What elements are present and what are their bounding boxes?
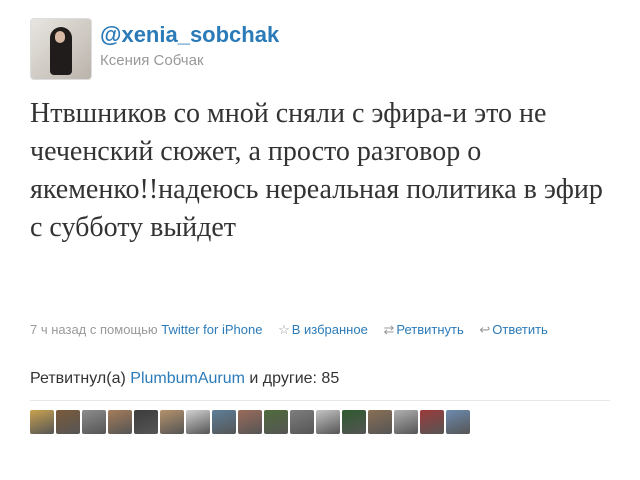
user-handle[interactable]: @xenia_sobchak (100, 22, 279, 48)
tweet-text: Нтвшников со мной сняли с эфира-и это не… (30, 98, 603, 243)
retweeter-avatar[interactable] (446, 410, 470, 434)
tweet-meta: 7 ч назад с помощью Twitter for iPhone ☆… (30, 322, 630, 338)
retweeted-by: Ретвитнул(а) PlumbumAurum и другие: 85 (30, 370, 339, 388)
retweeter-avatar[interactable] (134, 410, 158, 434)
retweeter-avatar[interactable] (368, 410, 392, 434)
retweeter-avatar[interactable] (82, 410, 106, 434)
retweeter-avatar[interactable] (56, 410, 80, 434)
user-avatar[interactable] (30, 18, 92, 80)
divider (30, 400, 610, 401)
client-link[interactable]: Twitter for iPhone (161, 322, 262, 337)
reply-label: Ответить (492, 322, 548, 337)
retweeter-avatar[interactable] (420, 410, 444, 434)
retweeter-avatars (30, 410, 470, 434)
favorite-label: В избранное (291, 322, 368, 337)
reply-button[interactable]: ↩ Ответить (479, 322, 547, 337)
retweeter-avatar[interactable] (186, 410, 210, 434)
retweet-count: и другие: 85 (249, 370, 340, 387)
retweeted-prefix: Ретвитнул(а) (30, 370, 126, 387)
retweeter-link[interactable]: PlumbumAurum (130, 370, 245, 387)
reply-icon: ↩ (479, 322, 491, 337)
user-names: @xenia_sobchak Ксения Собчак (100, 18, 279, 84)
retweet-button[interactable]: ⇄ Ретвитнуть (383, 322, 467, 337)
user-full-name: Ксения Собчак (100, 52, 204, 69)
retweeter-avatar[interactable] (238, 410, 262, 434)
retweet-label: Ретвитнуть (396, 322, 464, 337)
avatar-face (55, 31, 65, 43)
retweeter-avatar[interactable] (264, 410, 288, 434)
retweeter-avatar[interactable] (30, 410, 54, 434)
tweet-header: @xenia_sobchak Ксения Собчак (30, 18, 279, 84)
retweeter-avatar[interactable] (394, 410, 418, 434)
retweeter-avatar[interactable] (342, 410, 366, 434)
retweeter-avatar[interactable] (290, 410, 314, 434)
retweeter-avatar[interactable] (160, 410, 184, 434)
retweeter-avatar[interactable] (108, 410, 132, 434)
retweeter-avatar[interactable] (212, 410, 236, 434)
retweeter-avatar[interactable] (316, 410, 340, 434)
star-icon: ☆ (278, 322, 290, 337)
retweet-icon: ⇄ (383, 322, 395, 337)
tweet-timestamp[interactable]: 7 ч назад с помощью (30, 322, 158, 337)
favorite-button[interactable]: ☆ В избранное (278, 322, 371, 337)
